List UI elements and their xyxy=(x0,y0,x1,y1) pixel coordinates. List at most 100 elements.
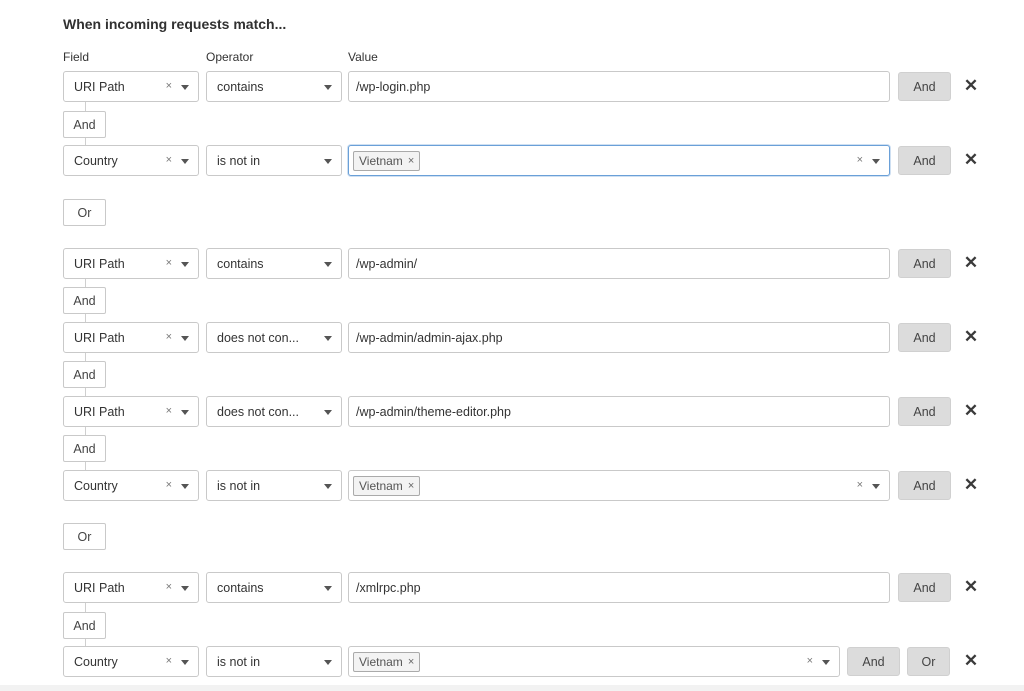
field-select[interactable]: URI Path × xyxy=(63,71,199,102)
chevron-down-icon[interactable] xyxy=(181,660,189,665)
delete-icon[interactable]: ✕ xyxy=(963,475,979,495)
operator-select[interactable]: does not con... xyxy=(206,322,342,353)
chevron-down-icon[interactable] xyxy=(324,484,332,489)
chevron-down-icon[interactable] xyxy=(181,586,189,591)
chevron-down-icon[interactable] xyxy=(181,410,189,415)
clear-icon[interactable]: × xyxy=(166,405,172,417)
value-multiselect[interactable]: Vietnam × × xyxy=(348,470,890,501)
value-input-text: /wp-admin/ xyxy=(356,256,418,271)
value-input-text: /xmlrpc.php xyxy=(356,580,421,595)
operator-select[interactable]: does not con... xyxy=(206,396,342,427)
chevron-down-icon[interactable] xyxy=(872,484,880,489)
operator-select-value: does not con... xyxy=(217,330,300,345)
and-connector[interactable]: And xyxy=(63,612,106,639)
value-input[interactable]: /wp-admin/ xyxy=(348,248,890,279)
chevron-down-icon[interactable] xyxy=(181,159,189,164)
connector-line xyxy=(85,353,86,361)
chevron-down-icon[interactable] xyxy=(181,262,189,267)
clear-icon[interactable]: × xyxy=(807,655,813,667)
chevron-down-icon[interactable] xyxy=(324,660,332,665)
and-button[interactable]: And xyxy=(898,397,951,426)
operator-select[interactable]: contains xyxy=(206,71,342,102)
delete-icon[interactable]: ✕ xyxy=(963,76,979,96)
chevron-down-icon[interactable] xyxy=(324,85,332,90)
condition-row: URI Path × contains /wp-admin/ And ✕ xyxy=(63,248,993,279)
and-button[interactable]: And xyxy=(898,573,951,602)
delete-icon[interactable]: ✕ xyxy=(963,651,979,671)
chevron-down-icon[interactable] xyxy=(181,85,189,90)
heading: When incoming requests match... xyxy=(63,16,287,32)
operator-select[interactable]: contains xyxy=(206,572,342,603)
and-button[interactable]: And xyxy=(898,323,951,352)
operator-select[interactable]: contains xyxy=(206,248,342,279)
field-select[interactable]: Country × xyxy=(63,646,199,677)
value-input[interactable]: /wp-login.php xyxy=(348,71,890,102)
and-connector[interactable]: And xyxy=(63,111,106,138)
delete-icon[interactable]: ✕ xyxy=(963,150,979,170)
condition-row: Country × is not in Vietnam × × And ✕ xyxy=(63,145,993,176)
clear-icon[interactable]: × xyxy=(166,655,172,667)
field-select[interactable]: URI Path × xyxy=(63,322,199,353)
tag-label: Vietnam xyxy=(359,478,403,493)
delete-icon[interactable]: ✕ xyxy=(963,253,979,273)
chevron-down-icon[interactable] xyxy=(324,336,332,341)
clear-icon[interactable]: × xyxy=(166,154,172,166)
chevron-down-icon[interactable] xyxy=(822,660,830,665)
chevron-down-icon[interactable] xyxy=(324,159,332,164)
value-input[interactable]: /wp-admin/theme-editor.php xyxy=(348,396,890,427)
value-input[interactable]: /xmlrpc.php xyxy=(348,572,890,603)
remove-tag-icon[interactable]: × xyxy=(408,656,414,668)
value-input-text: /wp-login.php xyxy=(356,79,431,94)
value-multiselect[interactable]: Vietnam × × xyxy=(348,145,890,176)
chevron-down-icon[interactable] xyxy=(324,410,332,415)
chevron-down-icon[interactable] xyxy=(324,262,332,267)
clear-icon[interactable]: × xyxy=(166,257,172,269)
clear-icon[interactable]: × xyxy=(166,581,172,593)
clear-icon[interactable]: × xyxy=(166,80,172,92)
or-connector[interactable]: Or xyxy=(63,523,106,550)
condition-row: Country × is not in Vietnam × × And Or ✕ xyxy=(63,646,993,677)
field-select[interactable]: Country × xyxy=(63,145,199,176)
and-button[interactable]: And xyxy=(898,249,951,278)
chevron-down-icon[interactable] xyxy=(324,586,332,591)
clear-icon[interactable]: × xyxy=(166,479,172,491)
connector-line xyxy=(85,279,86,287)
operator-select[interactable]: is not in xyxy=(206,145,342,176)
operator-select-value: is not in xyxy=(217,153,261,168)
and-button[interactable]: And xyxy=(898,72,951,101)
delete-icon[interactable]: ✕ xyxy=(963,401,979,421)
and-button[interactable]: And xyxy=(898,471,951,500)
and-connector[interactable]: And xyxy=(63,361,106,388)
condition-row: URI Path × does not con... /wp-admin/the… xyxy=(63,396,993,427)
field-select-value: Country xyxy=(74,153,118,168)
chevron-down-icon[interactable] xyxy=(872,159,880,164)
condition-row: URI Path × contains /xmlrpc.php And ✕ xyxy=(63,572,993,603)
field-select[interactable]: URI Path × xyxy=(63,396,199,427)
value-tag: Vietnam × xyxy=(353,150,421,171)
value-input[interactable]: /wp-admin/admin-ajax.php xyxy=(348,322,890,353)
clear-icon[interactable]: × xyxy=(857,154,863,166)
value-multiselect[interactable]: Vietnam × × xyxy=(348,646,840,677)
field-select[interactable]: URI Path × xyxy=(63,572,199,603)
remove-tag-icon[interactable]: × xyxy=(408,480,414,492)
operator-select-value: is not in xyxy=(217,654,261,669)
chevron-down-icon[interactable] xyxy=(181,336,189,341)
field-select[interactable]: Country × xyxy=(63,470,199,501)
and-connector[interactable]: And xyxy=(63,435,106,462)
or-button[interactable]: Or xyxy=(907,647,950,676)
operator-select[interactable]: is not in xyxy=(206,646,342,677)
bottom-divider xyxy=(0,685,1024,691)
and-button[interactable]: And xyxy=(847,647,900,676)
field-select[interactable]: URI Path × xyxy=(63,248,199,279)
chevron-down-icon[interactable] xyxy=(181,484,189,489)
remove-tag-icon[interactable]: × xyxy=(408,155,414,167)
and-connector[interactable]: And xyxy=(63,287,106,314)
delete-icon[interactable]: ✕ xyxy=(963,577,979,597)
operator-select[interactable]: is not in xyxy=(206,470,342,501)
clear-icon[interactable]: × xyxy=(857,479,863,491)
field-select-value: URI Path xyxy=(74,580,125,595)
clear-icon[interactable]: × xyxy=(166,331,172,343)
and-button[interactable]: And xyxy=(898,146,951,175)
delete-icon[interactable]: ✕ xyxy=(963,327,979,347)
or-connector[interactable]: Or xyxy=(63,199,106,226)
